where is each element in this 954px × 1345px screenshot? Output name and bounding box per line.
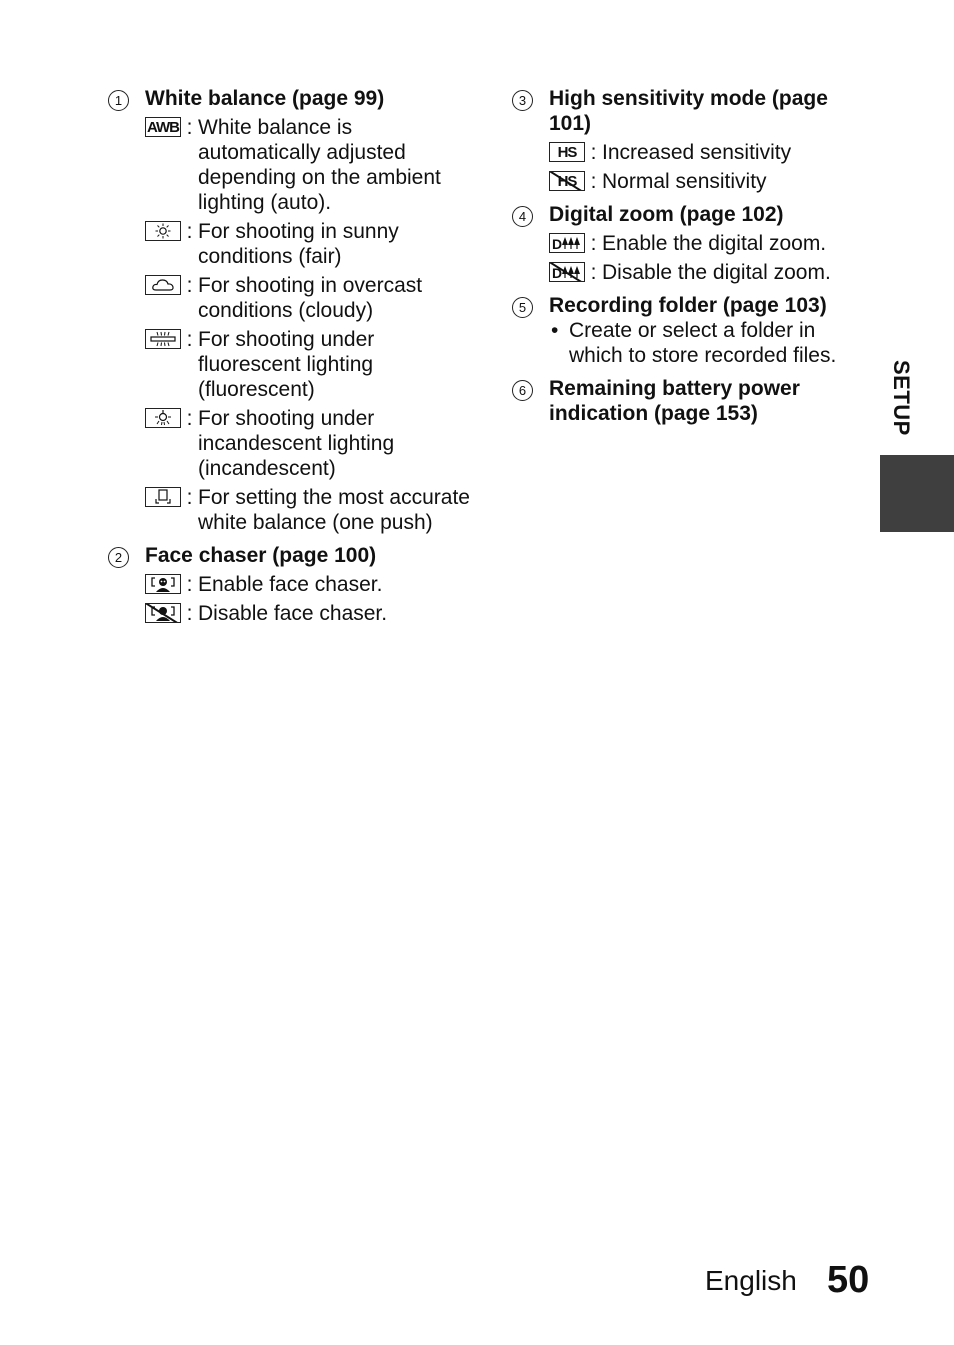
entry-text: For shooting under fluorescent lighting … — [198, 328, 375, 401]
circled-number: 3 — [512, 90, 533, 111]
face-chaser-on-icon — [145, 574, 181, 594]
bullet-text: Create or select a folder in which to st… — [569, 319, 837, 367]
section-title: White balance (page 99) — [145, 87, 385, 110]
circled-number: 4 — [512, 206, 533, 227]
list-item: : For shooting under fluorescent lightin… — [145, 327, 478, 402]
section-white-balance: 1 White balance (page 99) AWB : White ba… — [108, 86, 478, 535]
fluorescent-icon — [145, 329, 181, 349]
cloud-icon — [145, 275, 181, 295]
section-face-chaser: 2 Face chaser (page 100) : Enable face c… — [108, 543, 478, 626]
list-item: HS : Normal sensitivity — [549, 169, 862, 194]
footer-language: English — [705, 1265, 797, 1296]
section-title: High sensitivity mode (page 101) — [549, 87, 828, 135]
list-item: : For shooting under incandescent lighti… — [145, 406, 478, 481]
sun-icon — [145, 221, 181, 241]
list-item: : Disable face chaser. — [145, 601, 478, 626]
section-recording-folder: 5 Recording folder (page 103) • Create o… — [512, 293, 862, 368]
entry-text: For setting the most accurate white bala… — [198, 486, 470, 534]
entry-text: For shooting in sunny conditions (fair) — [198, 220, 399, 268]
one-push-icon — [145, 487, 181, 507]
digital-zoom-on-icon: D — [549, 233, 585, 253]
entry-text: Normal sensitivity — [602, 170, 767, 193]
circled-number: 2 — [108, 547, 129, 568]
digital-zoom-off-icon: D — [549, 262, 585, 282]
section-digital-zoom: 4 Digital zoom (page 102) D : Enable the… — [512, 202, 862, 285]
section-title: Recording folder (page 103) — [549, 294, 827, 317]
entry-text: For shooting in overcast conditions (clo… — [198, 274, 423, 322]
circled-number: 6 — [512, 380, 533, 401]
list-item: : Enable face chaser. — [145, 572, 478, 597]
entry-text: Disable the digital zoom. — [602, 261, 831, 284]
hs-off-icon: HS — [549, 171, 585, 191]
entry-text: Enable face chaser. — [198, 573, 383, 596]
svg-text:D: D — [552, 265, 562, 280]
circled-number: 5 — [512, 297, 533, 318]
list-item: D : Enable the digital zoom. — [549, 231, 862, 256]
section-title: Face chaser (page 100) — [145, 544, 377, 567]
entry-text: Enable the digital zoom. — [602, 232, 827, 255]
left-column: 1 White balance (page 99) AWB : White ba… — [108, 86, 478, 634]
side-tab-marker — [880, 455, 954, 532]
face-chaser-off-icon — [145, 603, 181, 623]
entry-text: Disable face chaser. — [198, 602, 388, 625]
entry-text: White balance is automatically adjusted … — [198, 116, 441, 214]
list-item: : For setting the most accurate white ba… — [145, 485, 478, 535]
list-item: : For shooting in overcast conditions (c… — [145, 273, 478, 323]
section-battery-indication: 6 Remaining battery power indication (pa… — [512, 376, 862, 426]
right-column: 3 High sensitivity mode (page 101) HS : … — [512, 86, 862, 434]
bullet-item: • Create or select a folder in which to … — [549, 318, 862, 368]
circled-number: 1 — [108, 90, 129, 111]
awb-icon: AWB — [145, 117, 181, 137]
svg-text:D: D — [552, 236, 562, 251]
hs-on-icon: HS — [549, 142, 585, 162]
list-item: : For shooting in sunny conditions (fair… — [145, 219, 478, 269]
list-item: HS : Increased sensitivity — [549, 140, 862, 165]
bullet-icon: • — [551, 319, 559, 342]
page-number: 50 — [827, 1259, 870, 1301]
section-title: Digital zoom (page 102) — [549, 203, 784, 226]
section-high-sensitivity: 3 High sensitivity mode (page 101) HS : … — [512, 86, 862, 194]
side-tab-label: SETUP — [889, 360, 914, 436]
list-item: AWB : White balance is automatically adj… — [145, 115, 478, 215]
bulb-icon — [145, 408, 181, 428]
list-item: D : Disable the digital zoom. — [549, 260, 862, 285]
section-title: Remaining battery power indication (page… — [549, 377, 800, 425]
entry-text: Increased sensitivity — [602, 141, 792, 164]
entry-text: For shooting under incandescent lighting… — [198, 407, 395, 480]
